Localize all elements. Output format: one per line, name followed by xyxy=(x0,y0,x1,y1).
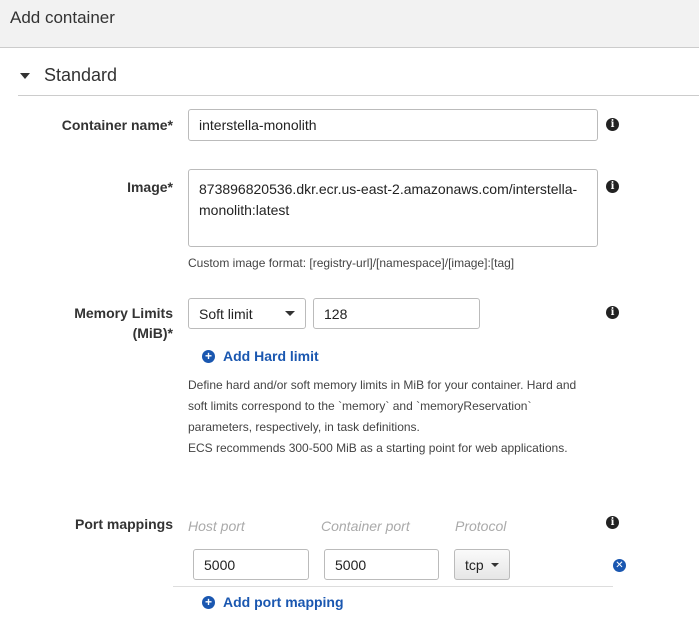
image-textarea[interactable]: 873896820536.dkr.ecr.us-east-2.amazonaws… xyxy=(188,169,598,247)
help-line: parameters, respectively, in task defini… xyxy=(188,420,420,434)
info-icon[interactable]: i xyxy=(606,118,619,131)
memory-label: Memory Limits (MiB)* xyxy=(74,303,173,343)
container-port-input[interactable]: 5000 xyxy=(324,549,439,580)
protocol-header: Protocol xyxy=(455,518,507,534)
divider xyxy=(173,586,613,587)
container-port-header: Container port xyxy=(321,518,410,534)
add-hard-limit-link[interactable]: + Add Hard limit xyxy=(202,348,319,364)
host-port-input[interactable]: 5000 xyxy=(193,549,309,580)
dialog-title: Add container xyxy=(10,8,115,27)
add-hard-limit-label: Add Hard limit xyxy=(223,348,319,364)
plus-circle-icon: + xyxy=(202,349,215,363)
limit-type-value: Soft limit xyxy=(199,305,253,322)
section-title: Standard xyxy=(44,65,118,85)
add-port-mapping-label: Add port mapping xyxy=(223,594,344,610)
info-icon[interactable]: i xyxy=(606,516,619,529)
image-label: Image* xyxy=(127,179,173,195)
chevron-down-icon xyxy=(491,562,499,567)
help-line: Define hard and/or soft memory limits in… xyxy=(188,378,577,392)
remove-port-mapping-icon[interactable]: ✕ xyxy=(613,559,626,572)
help-line: ECS recommends 300-500 MiB as a starting… xyxy=(188,441,568,455)
memory-label-line1: Memory Limits xyxy=(74,305,173,321)
add-port-mapping-link[interactable]: + Add port mapping xyxy=(202,594,344,610)
help-line: soft limits correspond to the `memory` a… xyxy=(188,399,532,413)
section-standard-toggle[interactable]: Standard xyxy=(18,62,699,96)
image-help: Custom image format: [registry-url]/[nam… xyxy=(188,256,515,270)
dialog-header: Add container xyxy=(0,0,699,48)
memory-value-input[interactable]: 128 xyxy=(313,298,480,329)
chevron-down-icon xyxy=(285,311,295,316)
port-mappings-label: Port mappings xyxy=(74,516,173,532)
memory-help: Define hard and/or soft memory limits in… xyxy=(188,375,576,459)
caret-down-icon xyxy=(20,73,30,79)
info-icon[interactable]: i xyxy=(606,180,619,193)
plus-circle-icon: + xyxy=(202,595,215,609)
container-name-label: Container name* xyxy=(61,117,173,133)
protocol-value: tcp xyxy=(465,556,484,573)
memory-limit-type-select[interactable]: Soft limit xyxy=(188,298,306,329)
protocol-select[interactable]: tcp xyxy=(454,549,510,580)
info-icon[interactable]: i xyxy=(606,306,619,319)
host-port-header: Host port xyxy=(188,518,245,534)
container-name-input[interactable]: interstella-monolith xyxy=(188,109,598,141)
memory-label-line2: (MiB)* xyxy=(132,325,173,341)
